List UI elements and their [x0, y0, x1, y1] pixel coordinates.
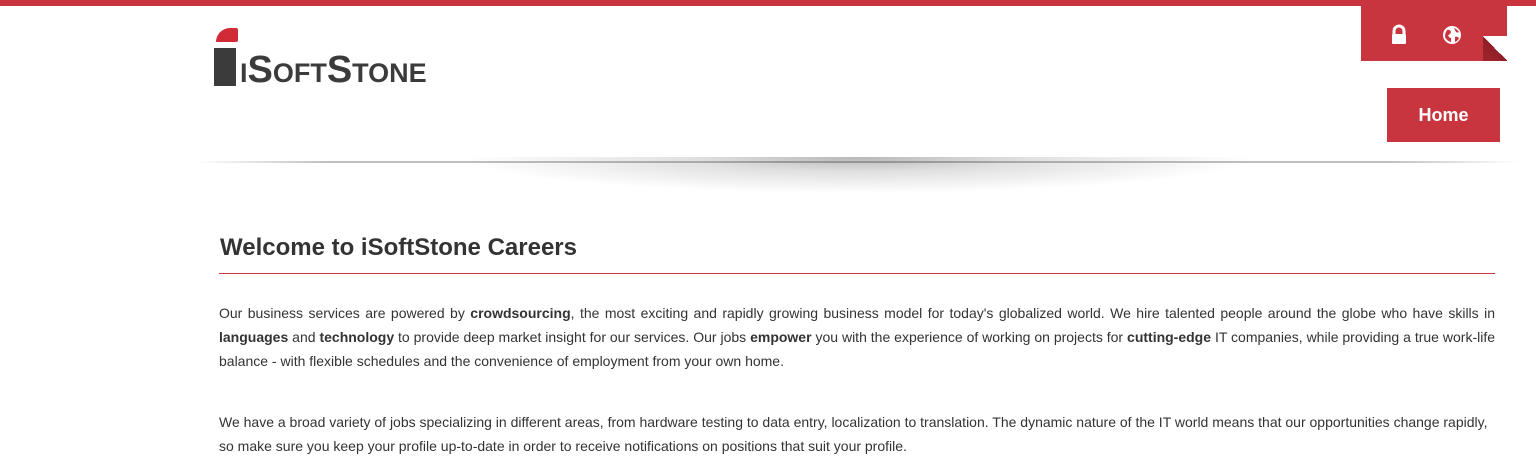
- isoftstone-logo[interactable]: iSoftStone: [214, 28, 427, 91]
- opportunities-paragraph: We have a broad variety of jobs speciali…: [219, 414, 1488, 454]
- p1-bold-empower: empower: [750, 329, 812, 345]
- logo-mark: [214, 28, 238, 88]
- lock-icon[interactable]: [1388, 24, 1410, 46]
- p1-bold-crowdsourcing: crowdsourcing: [470, 305, 571, 321]
- title-underline: [219, 273, 1495, 274]
- p1-text-1: Our business services are powered by: [219, 305, 471, 321]
- page-title: Welcome to iSoftStone Careers: [220, 234, 577, 261]
- p1-bold-languages: languages: [219, 329, 289, 345]
- p1-bold-technology: technology: [319, 329, 395, 345]
- logo-stem-shape: [214, 48, 236, 86]
- p1-text-3: and: [288, 329, 320, 345]
- p1-text-2: , the most exciting and rapidly growing …: [570, 305, 1495, 321]
- p1-text-4: to provide deep market insight for our s…: [394, 329, 751, 345]
- top-accent-bar: [0, 0, 1536, 6]
- utility-tab-fold: [1483, 36, 1507, 61]
- utility-tab: [1361, 6, 1507, 61]
- globe-icon[interactable]: [1441, 24, 1463, 46]
- intro-paragraph: Our business services are powered by cro…: [219, 301, 1495, 373]
- logo-flag-shape: [216, 28, 238, 42]
- p1-bold-cutting-edge: cutting-edge: [1127, 329, 1212, 345]
- header-shadow-divider: [196, 157, 1520, 217]
- logo-text: iSoftStone: [240, 49, 427, 91]
- header-divider-line: [196, 161, 1520, 163]
- home-button[interactable]: Home: [1387, 88, 1500, 142]
- p1-text-5: you with the experience of working on pr…: [811, 329, 1128, 345]
